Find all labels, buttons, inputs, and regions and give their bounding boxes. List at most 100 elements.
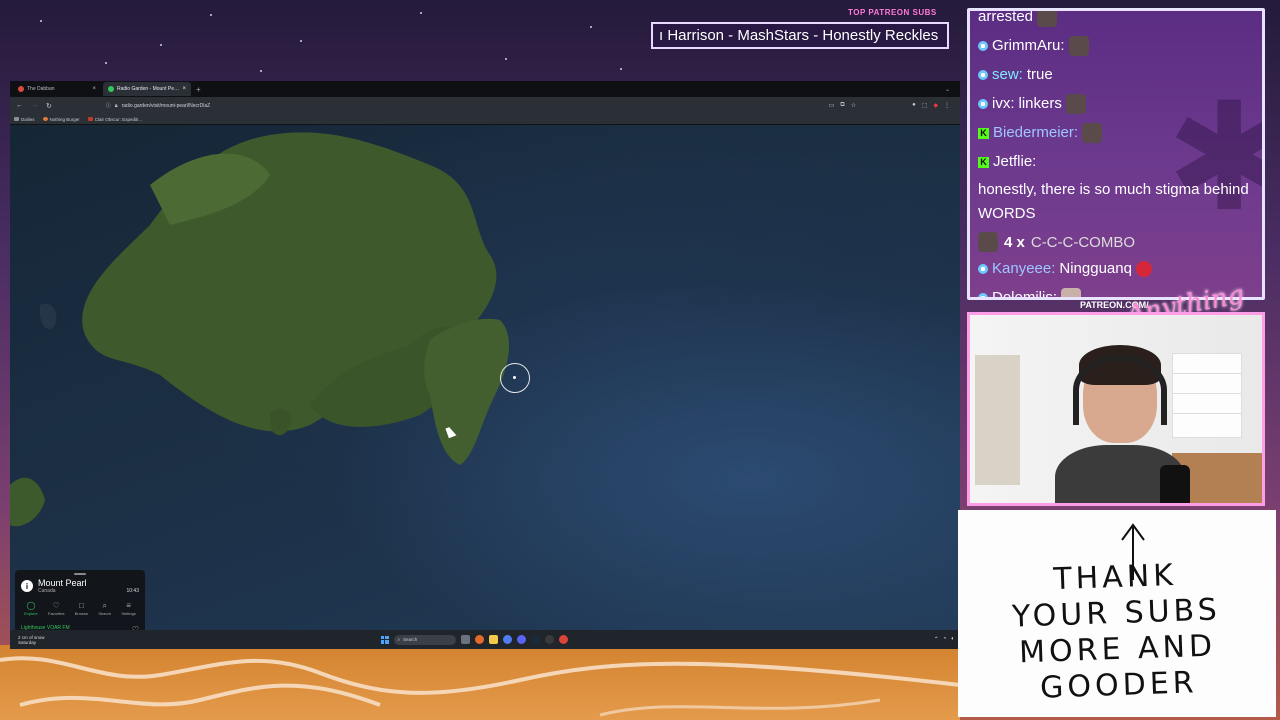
- bookmark-dailies[interactable]: Dailies: [14, 117, 35, 122]
- chat-username[interactable]: GrimmAru:: [992, 34, 1065, 58]
- patreon-subs-ticker: ı Harrison - MashStars - Honestly Reckle…: [651, 22, 949, 49]
- chat-username[interactable]: Dolemilis:: [992, 286, 1057, 297]
- kick-badge-icon: K: [978, 156, 989, 168]
- search-icon: ⌕: [102, 601, 107, 610]
- chat-emote-icon: [1068, 36, 1089, 56]
- forward-arrow-icon[interactable]: →: [31, 102, 38, 109]
- discord-icon[interactable]: [516, 635, 526, 644]
- webcam-feed: [967, 312, 1265, 506]
- heart-icon: ♡: [52, 601, 60, 610]
- desktop-background-band: [0, 645, 960, 720]
- taskbar-search[interactable]: ⌕ Search: [393, 634, 456, 645]
- bookmark-label: Nothing Burger: [49, 116, 80, 122]
- landmass-shapes: [10, 132, 510, 527]
- chat-messages: arrested GrimmAru: sew: true ivx: linkers K Bie…: [978, 8, 1254, 297]
- chat-username[interactable]: sew:: [992, 63, 1023, 87]
- bookmark-label: Clair Obscur: Expediti…: [94, 116, 143, 122]
- new-tab-icon[interactable]: +: [196, 85, 201, 94]
- chat-text: linkers: [1018, 95, 1062, 112]
- satellite-globe-map[interactable]: i Mount Pearl Canada 10:43 ◯ Explore ♡ Fav…: [10, 125, 960, 648]
- reload-icon[interactable]: ↻: [46, 102, 52, 110]
- white-dresser: [1172, 353, 1242, 438]
- site-info-icon[interactable]: ⓘ: [106, 102, 111, 109]
- bookmark-clair-obscur[interactable]: Clair Obscur: Expediti…: [87, 116, 143, 122]
- chat-message: Kanyeee: Ningguanq: [978, 257, 1254, 281]
- share-icon[interactable]: ⧉: [840, 102, 844, 109]
- menu-icon: ≡: [126, 601, 131, 610]
- chat-text: arrested: [978, 8, 1034, 25]
- tab-close-icon[interactable]: ×: [92, 86, 96, 92]
- chrome-icon[interactable]: [558, 635, 568, 644]
- chat-message: K Biedermeier:: [978, 121, 1254, 145]
- chat-message: sew: true: [978, 63, 1254, 87]
- tab-radio-garden[interactable]: Radio Garden - Mount Pe… ×: [103, 82, 191, 96]
- combo-emote-icon: [978, 232, 998, 252]
- drag-handle[interactable]: [74, 573, 86, 575]
- chat-emote-icon: [1135, 261, 1152, 277]
- tab-the-dabban[interactable]: The Dabban ×: [13, 82, 101, 96]
- chat-username[interactable]: Jetflie:: [993, 150, 1036, 174]
- nav-explore[interactable]: ◯ Explore: [24, 602, 38, 617]
- headphones-icon: [1073, 355, 1167, 425]
- chat-badge-icon: [978, 70, 988, 80]
- profile-icon[interactable]: ●: [912, 102, 916, 109]
- nav-label: Settings: [121, 611, 136, 616]
- tab-close-icon[interactable]: ×: [182, 86, 186, 92]
- bookmark-nothing-burger[interactable]: Nothing Burger: [42, 116, 80, 122]
- steam-icon[interactable]: [530, 635, 540, 644]
- chat-emote-icon: [1065, 94, 1086, 114]
- more-menu-icon[interactable]: ⋮: [944, 102, 950, 109]
- bookmarks-bar: Dailies Nothing Burger Clair Obscur: Exp…: [10, 114, 960, 125]
- task-view-icon[interactable]: [460, 635, 470, 644]
- back-arrow-icon[interactable]: ←: [16, 102, 23, 109]
- info-icon[interactable]: i: [21, 580, 33, 592]
- station-header[interactable]: i Mount Pearl Canada 10:43: [15, 578, 145, 594]
- whiteboard-sign: THANK YOUR SUBS MORE AND GOODER: [958, 510, 1276, 717]
- extensions-icon[interactable]: ⬚: [922, 102, 928, 109]
- whiteboard-text: THANK YOUR SUBS MORE AND GOODER: [956, 554, 1279, 709]
- volume-icon[interactable]: ◖: [950, 636, 954, 643]
- install-app-icon[interactable]: ▭: [829, 102, 835, 109]
- nav-browse[interactable]: □ Browse: [74, 602, 89, 617]
- chat-username[interactable]: Biedermeier:: [993, 121, 1078, 145]
- tray-chevron-icon[interactable]: ⌃: [934, 636, 939, 643]
- nav-search[interactable]: ⌕ Search: [98, 601, 112, 617]
- bookmark-label: Dailies: [21, 116, 35, 122]
- windows-taskbar: 2 cm of snow Saturday ⌕ Search ⌃ ◔ ◖: [10, 630, 960, 649]
- bookmark-star-icon[interactable]: ☆: [851, 102, 856, 109]
- nav-label: Explore: [24, 611, 38, 616]
- extension-red-icon[interactable]: ◆: [933, 102, 938, 109]
- microphone-icon: [1160, 465, 1190, 503]
- nav-label: Browse: [74, 611, 89, 616]
- combo-text: C-C-C-COMBO: [1030, 233, 1136, 251]
- chat-text: true: [1026, 66, 1053, 83]
- tab-label: Radio Garden - Mount Pe…: [117, 86, 179, 92]
- tab-favicon-icon: [108, 86, 114, 92]
- chat-message: ivx: linkers: [978, 92, 1254, 116]
- nav-label: Search: [98, 611, 112, 616]
- site-icon: [87, 117, 93, 121]
- search-placeholder: Search: [403, 637, 418, 642]
- firefox-icon[interactable]: [474, 635, 484, 644]
- lock-icon: 🔒︎: [114, 102, 118, 109]
- tab-favicon-icon: [18, 86, 24, 92]
- chat-username[interactable]: Kanyeee:: [992, 257, 1055, 281]
- file-explorer-icon[interactable]: [488, 635, 498, 644]
- obs-icon[interactable]: [544, 635, 554, 644]
- chat-badge-icon: [978, 293, 988, 297]
- nav-settings[interactable]: ≡ Settings: [121, 601, 136, 617]
- station-locator-ring[interactable]: [500, 363, 530, 393]
- network-icon[interactable]: ◔: [943, 636, 947, 643]
- top-patreon-subs-label: TOP PATREON SUBS: [848, 8, 937, 17]
- windows-start-icon[interactable]: [380, 635, 389, 644]
- chat-app-icon[interactable]: [502, 635, 512, 644]
- chat-badge-icon: [978, 99, 988, 109]
- chat-message: arrested: [978, 8, 1254, 29]
- chat-emote-icon: [1037, 11, 1058, 27]
- nav-favorites[interactable]: ♡ Favorites: [48, 601, 65, 617]
- address-bar[interactable]: ⓘ 🔒︎ radio.garden/visit/mount-pearl/Necr…: [106, 102, 210, 110]
- nav-label: Favorites: [48, 611, 65, 616]
- tab-list-chevron-icon[interactable]: ⌄: [945, 86, 950, 93]
- weather-widget[interactable]: 2 cm of snow Saturday: [10, 635, 45, 645]
- chat-username[interactable]: ivx:: [992, 92, 1015, 116]
